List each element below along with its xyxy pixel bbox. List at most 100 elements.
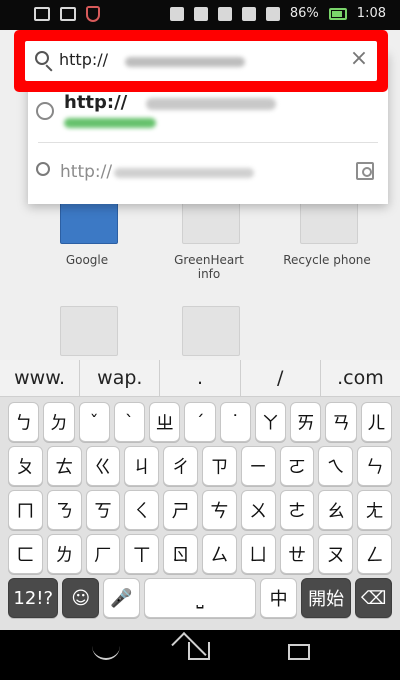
key[interactable]: ㄠ (318, 490, 354, 530)
keyboard: www. wap. . / .com ㄅ ㄉ ˇ ˋ ㄓ ˊ ˙ ㄚ ㄞ ㄢ ㄦ… (0, 360, 400, 630)
tile-doc-2[interactable] (182, 306, 240, 356)
alarm-icon (217, 6, 232, 21)
key[interactable]: ㄍ (85, 446, 121, 486)
key[interactable]: ˋ (113, 402, 146, 442)
key[interactable]: ㄓ (149, 402, 181, 442)
key[interactable]: ˙ (219, 402, 251, 442)
key[interactable]: ㄩ (240, 534, 276, 574)
tile-label-greenheart[interactable]: GreenHeart info (154, 253, 264, 281)
suggest-www[interactable]: www. (0, 360, 81, 396)
suggest-com[interactable]: .com (321, 360, 400, 396)
suggestion-query: http:// (60, 162, 113, 182)
wifi-icon (241, 6, 256, 21)
key[interactable]: ㄔ (163, 446, 198, 486)
status-bar: 86% 1:08 (0, 0, 400, 30)
globe-icon (36, 102, 54, 120)
key[interactable]: ㄖ (163, 534, 198, 574)
key[interactable]: ㄇ (8, 490, 43, 530)
key[interactable]: ㄊ (46, 446, 82, 486)
key[interactable]: ㄌ (46, 534, 82, 574)
navigation-bar (0, 630, 400, 680)
key[interactable]: ㄐ (124, 446, 160, 486)
emoji-key[interactable]: ☺ (62, 578, 100, 618)
key[interactable]: ㄅ (8, 402, 40, 442)
insert-suggestion-icon[interactable] (356, 162, 374, 180)
key[interactable]: ㄧ (240, 446, 276, 486)
key[interactable]: ㄢ (325, 402, 357, 442)
key-row-1: ㄅ ㄉ ˇ ˋ ㄓ ˊ ˙ ㄚ ㄞ ㄢ ㄦ (8, 402, 392, 442)
key[interactable]: ㄉ (43, 402, 75, 442)
space-key[interactable]: ⎵ (143, 578, 257, 618)
key-row-4: ㄈ ㄌ ㄏ ㄒ ㄖ ㄙ ㄩ ㄝ ㄡ ㄥ (8, 534, 392, 574)
nfc-icon (169, 6, 184, 21)
clock: 1:08 (356, 6, 386, 21)
key[interactable]: ㄙ (201, 534, 237, 574)
shield-icon (86, 6, 100, 22)
key[interactable]: ㄥ (357, 534, 392, 574)
keyboard-suggestion-bar: www. wap. . / .com (0, 360, 400, 397)
symbols-key[interactable]: 12!? (8, 578, 59, 618)
status-left-icons (34, 6, 100, 22)
key[interactable]: ㄤ (357, 490, 392, 530)
key[interactable]: ㄏ (85, 534, 121, 574)
key[interactable]: ㄨ (240, 490, 276, 530)
key[interactable]: ㄘ (201, 490, 237, 530)
key[interactable]: ㄛ (279, 446, 315, 486)
battery-icon (328, 7, 347, 20)
key[interactable]: ㄗ (201, 446, 237, 486)
key[interactable]: ㄦ (360, 402, 392, 442)
image-icon (60, 7, 76, 21)
blurred-ip (125, 57, 245, 67)
key[interactable]: ㄕ (163, 490, 198, 530)
key[interactable]: ㄋ (46, 490, 82, 530)
tile-doc-1[interactable] (60, 306, 118, 356)
suggest-dot[interactable]: . (160, 360, 241, 396)
zhuyin-key[interactable]: 中 (260, 578, 297, 618)
backspace-icon[interactable]: ⌫ (355, 578, 392, 618)
clear-url-button[interactable]: × (347, 47, 371, 71)
key[interactable]: ㄒ (124, 534, 160, 574)
key-row-2: ㄆ ㄊ ㄍ ㄐ ㄔ ㄗ ㄧ ㄛ ㄟ ㄣ (8, 446, 392, 486)
key[interactable]: ㄈ (8, 534, 43, 574)
suggestion-item-1[interactable]: http:// (28, 88, 388, 140)
recent-apps-icon[interactable] (288, 644, 310, 660)
start-key[interactable]: 開始 (300, 578, 352, 618)
signal-icon (265, 6, 280, 21)
key[interactable]: ㄑ (124, 490, 160, 530)
mic-icon[interactable]: 🎤 (103, 578, 140, 618)
blurred-query (114, 168, 254, 178)
notification-icon (34, 7, 50, 21)
status-right-icons: 86% 1:08 (169, 6, 386, 21)
key[interactable]: ㄎ (85, 490, 121, 530)
home-icon[interactable] (188, 642, 210, 660)
url-bar[interactable]: http:// × (25, 41, 377, 81)
key[interactable]: ㄆ (8, 446, 43, 486)
suggest-wap[interactable]: wap. (80, 360, 161, 396)
key-row-3: ㄇ ㄋ ㄎ ㄑ ㄕ ㄘ ㄨ ㄜ ㄠ ㄤ (8, 490, 392, 530)
key[interactable]: ㄡ (318, 534, 354, 574)
search-icon (35, 51, 49, 65)
suggestion-item-2[interactable]: http:// (28, 146, 388, 196)
blurred-url (64, 118, 156, 128)
key-row-5: 12!? ☺ 🎤 ⎵ 中 開始 ⌫ (8, 578, 392, 618)
key[interactable]: ㄜ (279, 490, 315, 530)
suggestion-title: http:// (64, 92, 128, 113)
search-icon (36, 162, 50, 176)
key[interactable]: ㄣ (357, 446, 392, 486)
key[interactable]: ˊ (184, 402, 216, 442)
divider (38, 142, 378, 143)
url-bar-highlight: http:// × (14, 30, 388, 92)
key[interactable]: ㄝ (279, 534, 315, 574)
blurred-ip-title (146, 98, 276, 110)
battery-percent: 86% (289, 6, 319, 21)
tile-label-recycle[interactable]: Recycle phone (272, 253, 382, 267)
mute-icon (193, 6, 208, 21)
key[interactable]: ㄚ (254, 402, 287, 442)
back-icon[interactable] (92, 644, 120, 660)
key[interactable]: ˇ (78, 402, 110, 442)
url-input-value[interactable]: http:// (59, 50, 108, 69)
tile-label-google[interactable]: Google (32, 253, 142, 267)
key[interactable]: ㄞ (290, 402, 322, 442)
suggest-slash[interactable]: / (241, 360, 321, 396)
key[interactable]: ㄟ (318, 446, 354, 486)
